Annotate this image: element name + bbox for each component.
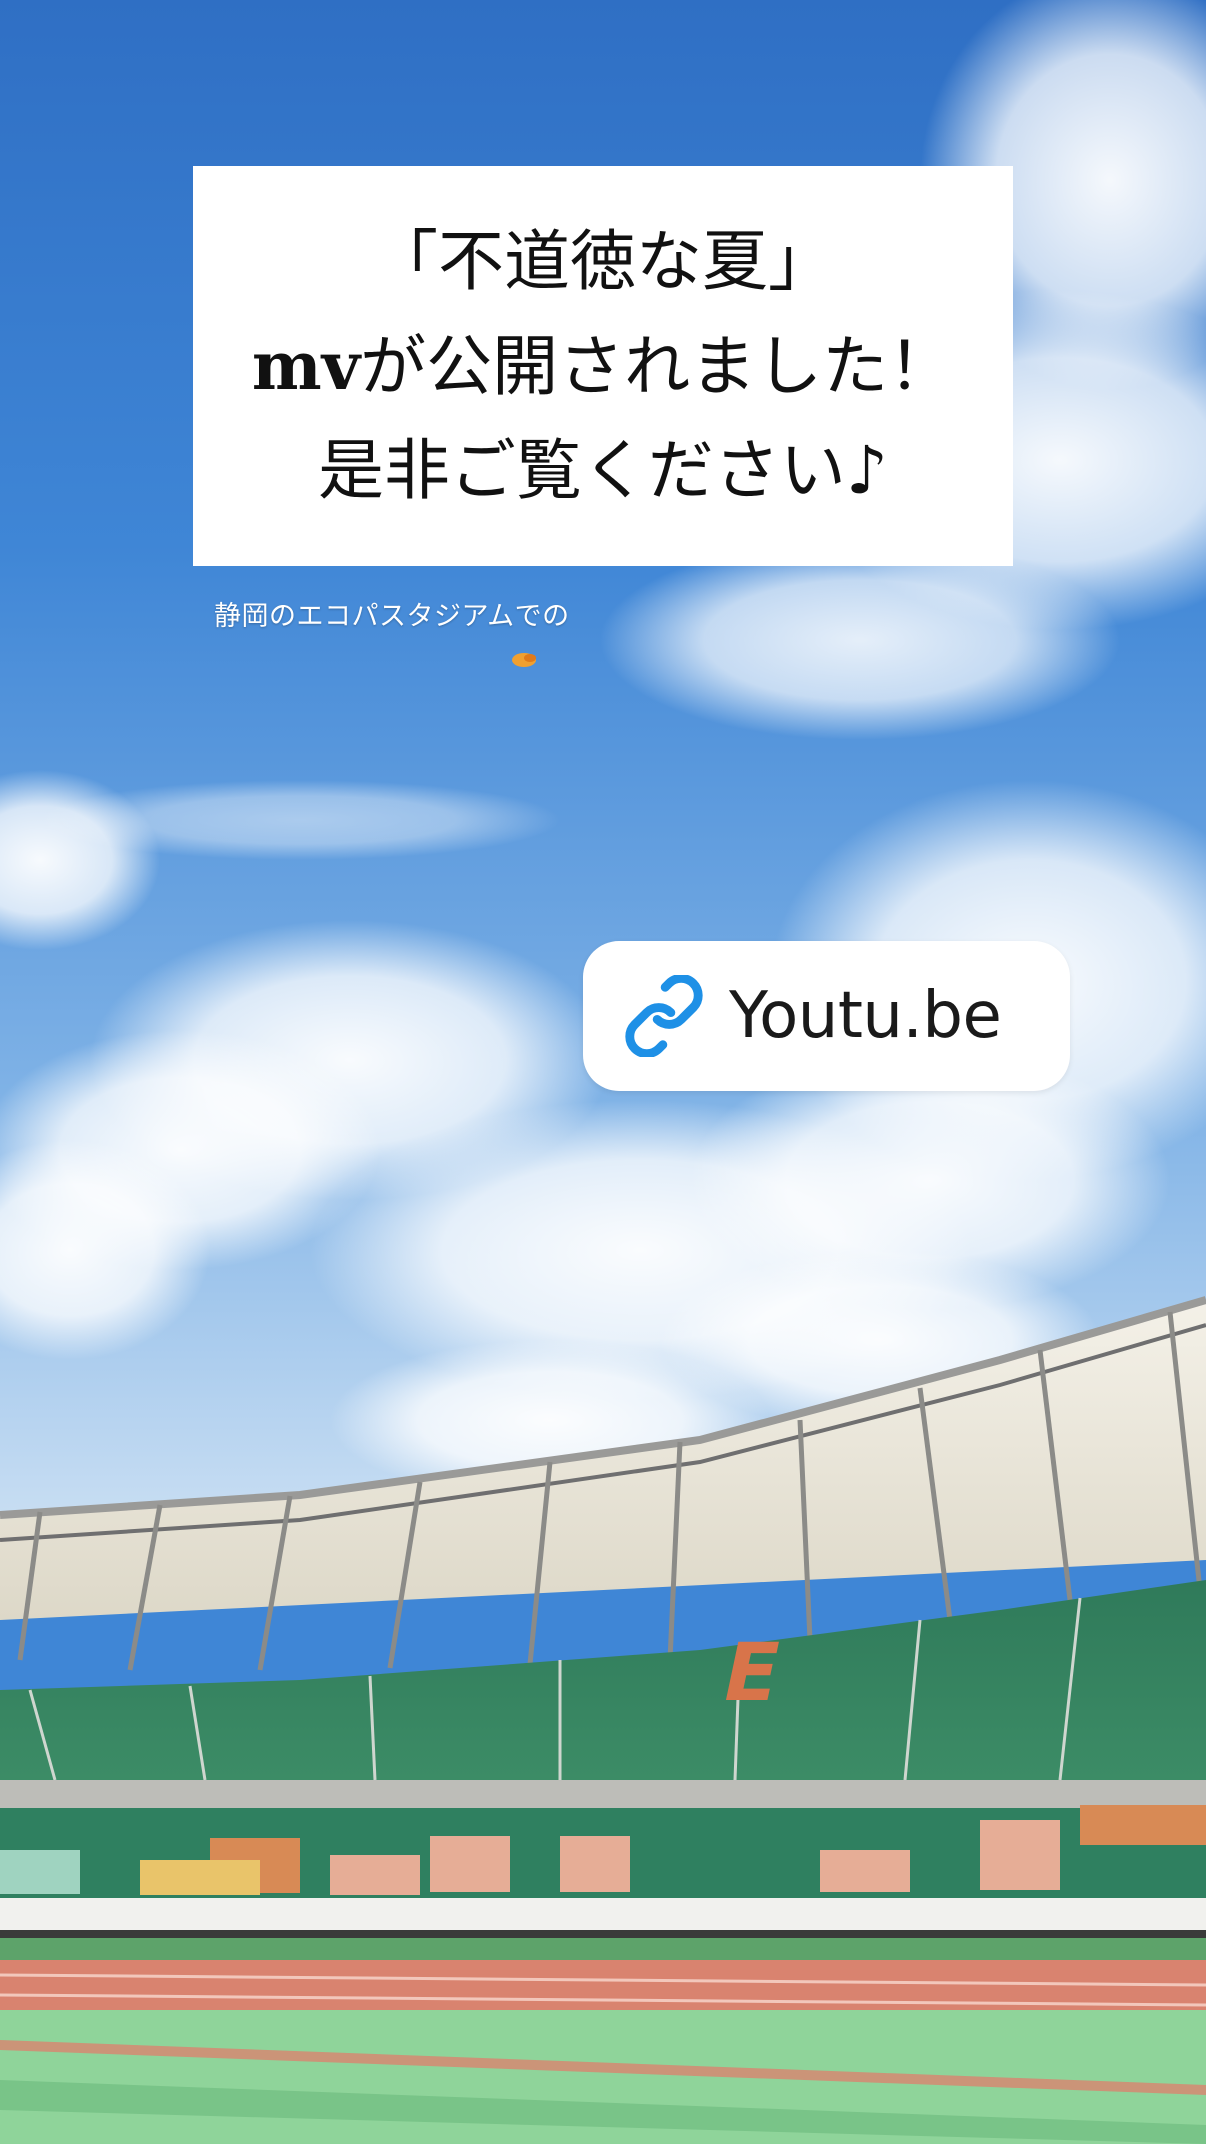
link-icon [625, 975, 703, 1057]
caption-mv-label: mv [251, 326, 361, 405]
caption-announcement-text: が公開されました！ [360, 327, 955, 405]
youtube-link-sticker[interactable]: Youtu.be [583, 941, 1070, 1091]
caption-line-request: 是非ご覧ください♪ [317, 431, 889, 509]
caption-line-announcement: mvが公開されました！ [252, 314, 954, 419]
caption-text-card[interactable]: 「不道徳な夏」 mvが公開されました！ 是非ご覧ください♪ [193, 166, 1013, 566]
link-label: Youtu.be [729, 979, 1002, 1053]
orange-sticker-icon [512, 653, 536, 667]
location-subtitle[interactable]: 静岡のエコパスタジアムでの [214, 594, 570, 633]
story-canvas: E 「不道徳な夏」 mvが公開されました！ 是非ご覧ください♪ 静岡のエコパスタ… [0, 0, 1206, 2144]
caption-line-title: 「不道徳な夏」 [372, 222, 834, 300]
